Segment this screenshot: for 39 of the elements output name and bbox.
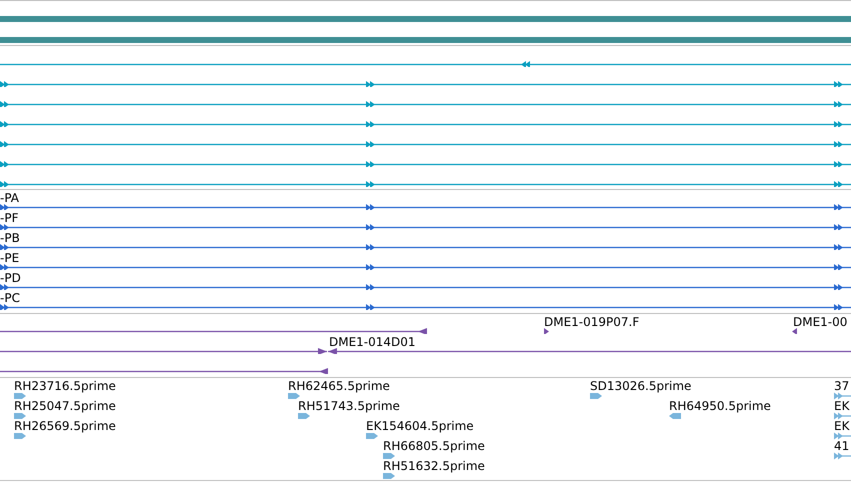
est-drawing <box>834 432 851 440</box>
est-label: RH51632.5prime <box>383 459 485 473</box>
est-label: RH64950.5prime <box>669 399 771 413</box>
est-drawing <box>383 473 395 479</box>
est-drawing <box>834 412 851 420</box>
est-label: EK <box>834 419 850 433</box>
est-label: RH62465.5prime <box>288 379 390 393</box>
est-drawing <box>366 433 378 439</box>
clone-drawing <box>544 328 549 334</box>
est-drawing <box>834 392 851 400</box>
protein-label: -PE <box>0 251 20 265</box>
est-drawing <box>834 452 851 460</box>
est-drawing <box>288 393 300 399</box>
est-drawing <box>14 433 26 439</box>
clone-label: DME1-019P07.F <box>544 315 640 329</box>
est-label: SD13026.5prime <box>590 379 692 393</box>
est-label: RH23716.5prime <box>14 379 116 393</box>
est-label: 41 <box>834 439 850 453</box>
est-drawing <box>14 413 26 419</box>
est-drawing <box>590 393 602 399</box>
est-drawing <box>669 413 681 419</box>
est-label: EK <box>834 399 850 413</box>
protein-label: -PC <box>0 291 20 305</box>
est-label: 37 <box>834 379 850 393</box>
est-label: RH66805.5prime <box>383 439 485 453</box>
protein-label: -PD <box>0 271 21 285</box>
clone-label: DME1-00 <box>793 315 848 329</box>
est-label: RH51743.5prime <box>298 399 400 413</box>
est-drawing <box>14 393 26 399</box>
protein-label: -PF <box>0 211 18 225</box>
protein-label: -PA <box>0 191 20 205</box>
est-label: EK154604.5prime <box>366 419 474 433</box>
est-label: RH26569.5prime <box>14 419 116 433</box>
est-drawing <box>298 413 310 419</box>
clone-drawing <box>792 328 797 334</box>
est-drawing <box>383 453 395 459</box>
protein-label: -PB <box>0 231 20 245</box>
est-label: RH25047.5prime <box>14 399 116 413</box>
clone-label: DME1-014D01 <box>329 335 416 349</box>
